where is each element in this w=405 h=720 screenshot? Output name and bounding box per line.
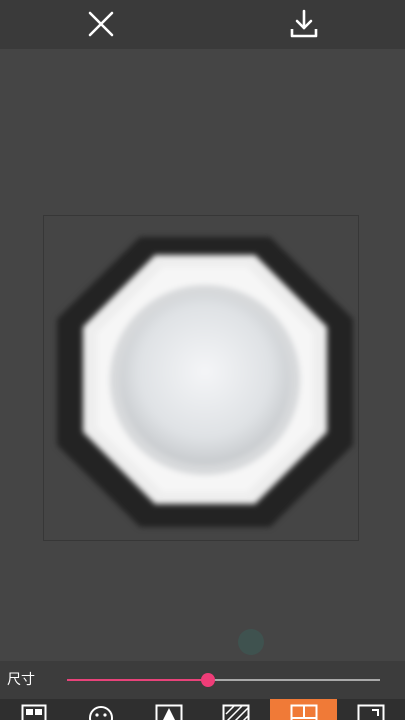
download-icon	[290, 9, 318, 38]
tool-shape[interactable]	[135, 699, 202, 720]
shape-icon	[155, 704, 182, 720]
tool-crop[interactable]	[337, 699, 404, 720]
octagon-sticker[interactable]	[55, 227, 355, 537]
top-bar	[0, 0, 405, 49]
slider-thumb[interactable]	[200, 673, 215, 687]
size-slider[interactable]	[67, 670, 380, 690]
bottom-toolbar	[0, 699, 405, 720]
split-layout-icon	[290, 704, 317, 720]
size-label: 尺寸	[7, 672, 35, 688]
close-button[interactable]	[81, 4, 121, 44]
close-icon	[88, 11, 114, 37]
tool-texture[interactable]	[202, 699, 269, 720]
layout-grid-icon	[21, 704, 46, 720]
texture-icon	[222, 704, 249, 720]
editing-canvas[interactable]	[0, 49, 405, 661]
tool-emoji[interactable]	[67, 699, 134, 720]
hint-dot	[238, 629, 264, 655]
slider-fill	[67, 679, 208, 681]
download-button[interactable]	[284, 4, 324, 44]
crop-icon	[357, 704, 384, 720]
emoji-face-icon	[88, 706, 113, 720]
size-control: 尺寸	[0, 661, 405, 699]
tool-layout[interactable]	[0, 699, 67, 720]
tool-split-layout[interactable]	[270, 699, 337, 720]
sticker-editor: 尺寸	[0, 0, 405, 720]
